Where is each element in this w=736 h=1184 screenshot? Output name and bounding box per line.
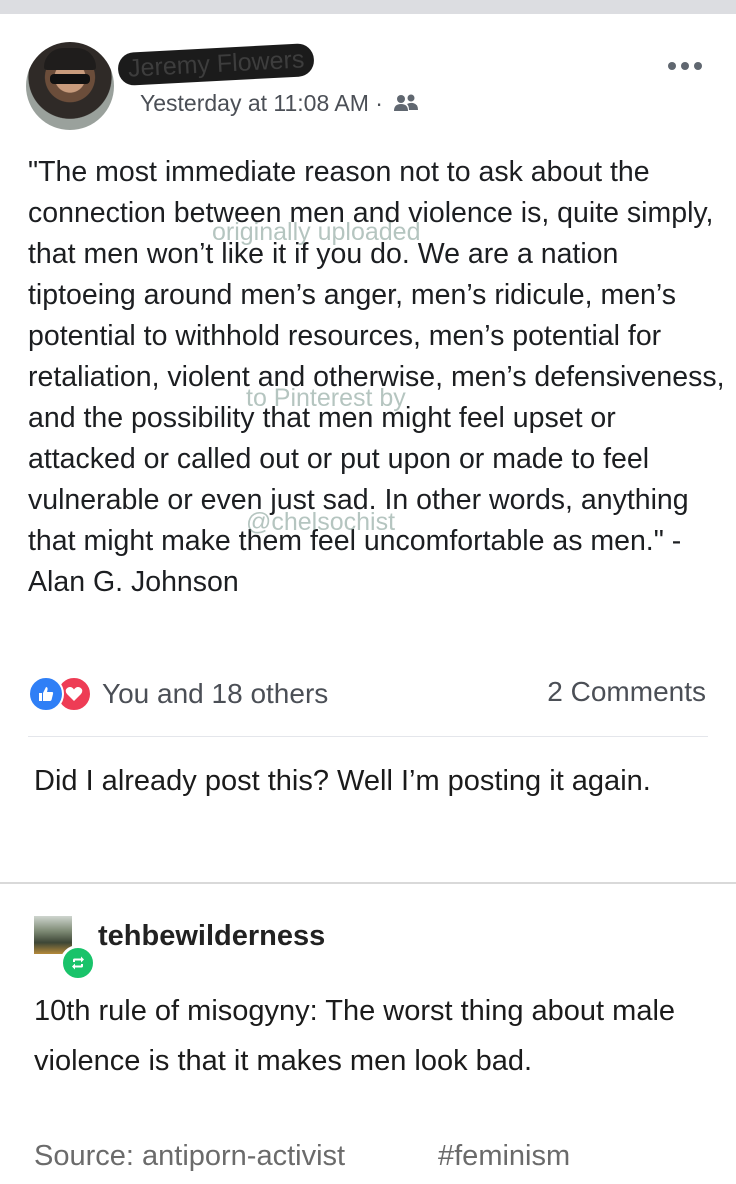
post-timestamp[interactable]: Yesterday at 11:08 AM [140, 90, 369, 116]
source-link[interactable]: antiporn-activist [142, 1140, 345, 1172]
dot [681, 62, 689, 70]
dot [694, 62, 702, 70]
avatar-cap [44, 48, 96, 70]
source-prefix: Source: [34, 1140, 142, 1172]
meta-separator: · [375, 90, 383, 116]
reactions-count[interactable]: You and 18 others [102, 678, 328, 710]
reactions-bar[interactable]: You and 18 others [28, 676, 328, 712]
post-meta: Yesterday at 11:08 AM · [140, 90, 419, 117]
reblog-icon[interactable] [60, 945, 96, 981]
top-strip [0, 0, 736, 14]
post-source: Source: antiporn-activist [34, 1140, 345, 1173]
section-divider [0, 882, 736, 884]
like-reaction-icon [28, 676, 64, 712]
author-avatar[interactable] [26, 42, 114, 130]
reblogger-username[interactable]: tehbewilderness [98, 920, 325, 953]
dot [668, 62, 676, 70]
post-divider [28, 736, 708, 737]
tag-feminism[interactable]: #feminism [438, 1140, 570, 1173]
friends-audience-icon[interactable] [393, 93, 419, 113]
avatar-sunglasses [50, 74, 90, 84]
post-quote-text: "The most immediate reason not to ask ab… [28, 156, 725, 598]
reblog-body-text: 10th rule of misogyny: The worst thing a… [34, 995, 676, 1077]
more-options-icon[interactable] [668, 62, 702, 70]
comments-count[interactable]: 2 Comments [547, 676, 706, 708]
reblog-comment-text: Did I already post this? Well I’m postin… [34, 765, 651, 797]
